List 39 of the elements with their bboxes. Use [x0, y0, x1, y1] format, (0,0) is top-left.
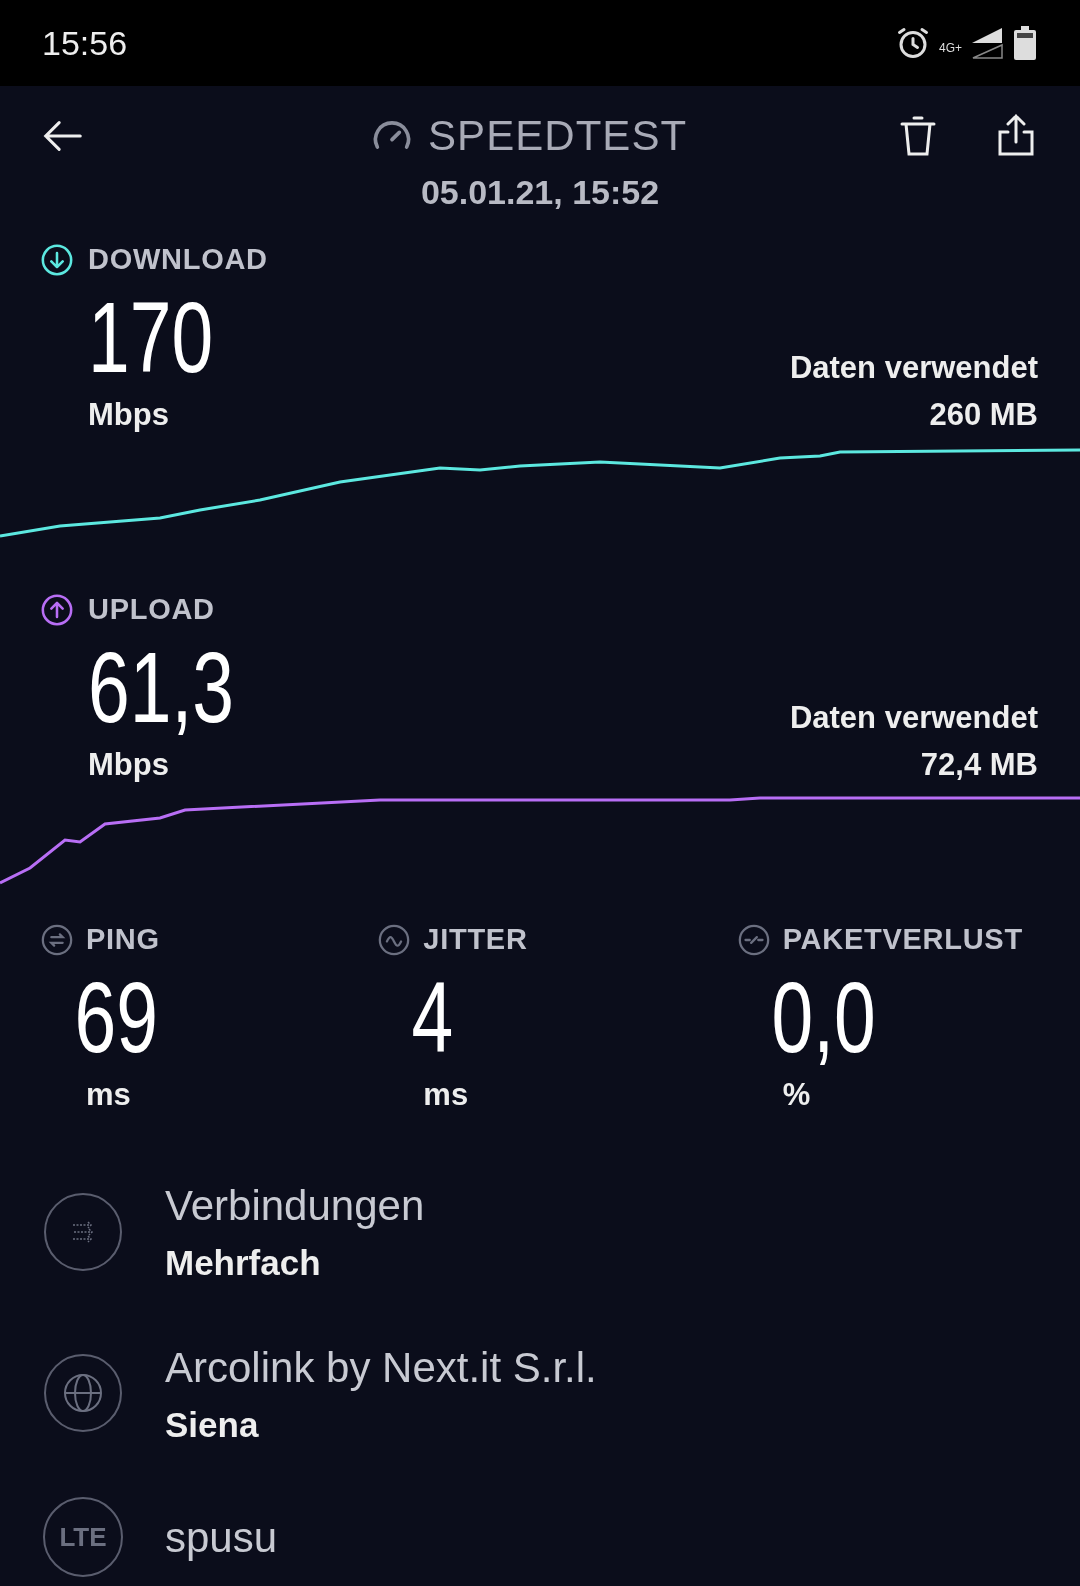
signal-icon	[970, 26, 1004, 60]
up-arrow-circle-icon	[40, 592, 74, 627]
battery-icon	[1012, 25, 1038, 61]
metric-unit: %	[781, 1075, 812, 1114]
metric-unit: ms	[85, 1075, 132, 1114]
detail-title: Verbindungen	[165, 1181, 425, 1231]
detail-subtitle: Mehrfach	[165, 1242, 322, 1284]
globe-icon	[43, 1353, 123, 1434]
metric-value: 69	[73, 961, 159, 1072]
app-title: SPEEDTEST	[428, 111, 688, 161]
metric-label: PAKETVERLUST	[782, 922, 1023, 957]
data-used-value: 72,4 MB	[920, 745, 1038, 784]
data-used-label: Daten verwendet	[789, 349, 1038, 387]
multiple-arrows-icon	[43, 1191, 123, 1272]
alarm-clock-icon	[895, 25, 931, 61]
metric-label: JITTER	[423, 922, 528, 957]
speed-value: 170	[88, 281, 214, 392]
data-used-value: 260 MB	[929, 395, 1038, 434]
metric-label: PING	[86, 922, 160, 957]
broken-line-circle-icon	[736, 922, 771, 957]
test-date: 05.01.21, 15:52	[420, 172, 660, 213]
detail-title: Arcolink by Next.it S.r.l.	[165, 1342, 597, 1393]
clock-time: 15:56	[42, 22, 128, 64]
result-label: UPLOAD	[88, 592, 215, 627]
lte-badge: LTE	[43, 1497, 123, 1577]
speed-unit: Mbps	[88, 395, 170, 434]
wave-circle-icon	[377, 922, 412, 957]
detail-title: spusu	[165, 1512, 278, 1563]
speed-unit: Mbps	[88, 745, 170, 784]
metric-value: 0,0	[770, 961, 877, 1072]
network-type: 4G+	[939, 40, 962, 57]
metric-value: 4	[410, 961, 455, 1072]
down-arrow-circle-icon	[40, 242, 74, 277]
result-label: DOWNLOAD	[88, 242, 268, 277]
data-used-label: Daten verwendet	[789, 699, 1038, 737]
detail-subtitle: Siena	[165, 1403, 260, 1446]
ping-icon	[40, 922, 74, 957]
speed-value: 61,3	[88, 631, 234, 742]
metric-unit: ms	[422, 1075, 470, 1114]
